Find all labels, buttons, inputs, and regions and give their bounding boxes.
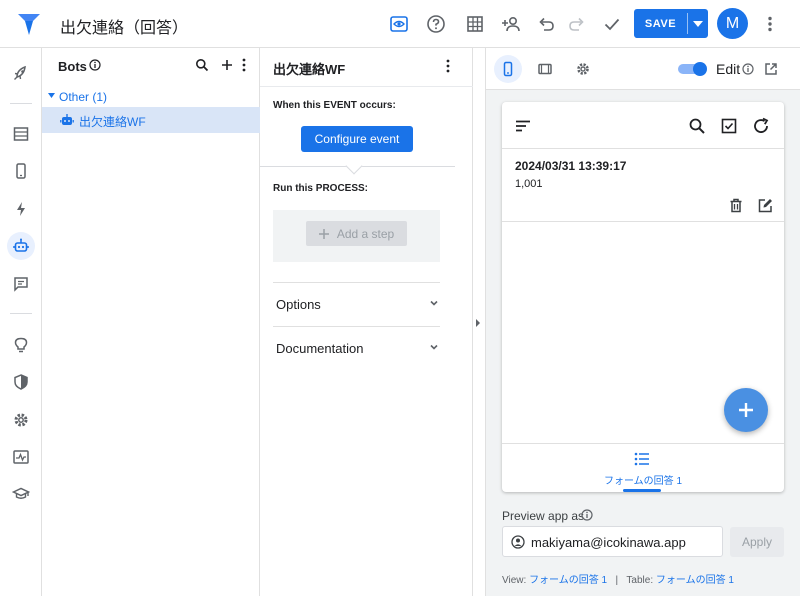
bots-panel: Bots Other (1) 出欠連絡WF — [42, 48, 260, 596]
record-timestamp: 2024/03/31 13:39:17 — [515, 159, 627, 173]
preview-pane: Edit 2024/03/31 13:39:17 1,001 フォームの回答 1… — [485, 48, 800, 596]
apply-button: Apply — [730, 527, 784, 557]
bot-editor-title: 出欠連絡WF — [273, 62, 346, 77]
preview-email-input[interactable] — [531, 533, 717, 551]
info-icon[interactable] — [581, 509, 593, 521]
graduation-cap-icon[interactable] — [7, 480, 35, 508]
gear-icon[interactable] — [7, 406, 35, 434]
bot-group-other[interactable]: Other (1) — [42, 88, 260, 106]
rail-divider — [10, 313, 32, 314]
undo-icon[interactable] — [534, 12, 558, 36]
top-bar: 出欠連絡（回答） SAVE M — [0, 0, 800, 48]
documentation-section-label: Documentation — [276, 341, 364, 356]
bot-list-item[interactable]: 出欠連絡WF — [42, 107, 260, 133]
flow-notch — [345, 157, 363, 175]
help-icon[interactable] — [424, 12, 448, 36]
share-user-icon[interactable] — [500, 12, 524, 36]
preview-email-field[interactable] — [502, 526, 723, 557]
redo-icon — [565, 12, 589, 36]
phone-bottom-nav: フォームの回答 1 — [502, 443, 784, 492]
edit-label: Edit — [716, 61, 741, 77]
table-grid-icon[interactable] — [463, 12, 487, 36]
preview-toolbar: Edit — [486, 48, 800, 90]
account-circle-icon — [511, 535, 525, 549]
preview-eye-icon[interactable] — [387, 12, 411, 36]
more-vert-icon[interactable] — [758, 12, 782, 36]
process-step-area: Add a step — [273, 210, 440, 262]
phone-app-header — [502, 102, 784, 149]
documentation-section[interactable]: Documentation — [273, 326, 440, 370]
view-link[interactable]: フォームの回答 1 — [529, 575, 607, 586]
bot-editor: 出欠連絡WF When this EVENT occurs: Configure… — [260, 48, 473, 596]
phone-preview: 2024/03/31 13:39:17 1,001 フォームの回答 1 — [502, 102, 784, 492]
options-section-label: Options — [276, 297, 321, 312]
chevron-down-icon[interactable] — [688, 9, 708, 38]
mobile-preview-icon[interactable] — [494, 55, 522, 83]
refresh-icon[interactable] — [750, 115, 772, 137]
table-link[interactable]: フォームの回答 1 — [656, 575, 734, 586]
view-prefix: View: — [502, 575, 527, 586]
rail-divider — [10, 103, 32, 104]
more-vert-icon[interactable] — [240, 58, 248, 72]
view-table-divider: | — [615, 575, 619, 586]
event-heading: When this EVENT occurs: — [273, 100, 396, 111]
add-icon[interactable] — [220, 58, 234, 72]
tablet-preview-icon[interactable] — [531, 55, 559, 83]
rocket-icon[interactable] — [7, 59, 35, 87]
record-value: 1,001 — [515, 178, 543, 190]
preview-as-label: Preview app as — [502, 509, 585, 523]
left-rail — [0, 48, 42, 596]
chat-icon[interactable] — [7, 270, 35, 298]
avatar[interactable]: M — [717, 8, 748, 39]
table-prefix: Table: — [626, 575, 654, 586]
select-checkbox-icon[interactable] — [718, 115, 740, 137]
bot-icon — [60, 113, 74, 126]
edit-icon[interactable] — [758, 198, 773, 213]
search-icon[interactable] — [195, 58, 209, 72]
bot-list-item-label: 出欠連絡WF — [79, 115, 146, 129]
add-step-button[interactable]: Add a step — [306, 221, 407, 246]
configure-event-button[interactable]: Configure event — [301, 126, 413, 152]
lightbulb-icon[interactable] — [7, 331, 35, 359]
view-table-info: View: フォームの回答 1 | Table: フォームの回答 1 — [502, 571, 734, 586]
save-button[interactable]: SAVE — [634, 9, 708, 38]
sort-menu-icon[interactable] — [512, 115, 534, 137]
edit-toggle-knob — [693, 62, 707, 76]
add-record-button[interactable] — [724, 388, 768, 432]
bot-icon[interactable] — [7, 232, 35, 260]
gear-icon[interactable] — [569, 55, 597, 83]
process-heading: Run this PROCESS: — [273, 183, 369, 194]
info-icon[interactable] — [89, 59, 101, 71]
open-external-icon[interactable] — [764, 62, 778, 76]
bottom-nav-tab-label[interactable]: フォームの回答 1 — [502, 472, 784, 487]
activity-icon[interactable] — [7, 443, 35, 471]
data-table-icon[interactable] — [7, 120, 35, 148]
chevron-down-icon — [428, 297, 440, 309]
bot-group-label: Other (1) — [59, 90, 108, 104]
phone-icon[interactable] — [7, 157, 35, 185]
appsheet-logo-icon — [18, 14, 40, 35]
bots-title: Bots — [58, 59, 87, 74]
options-section[interactable]: Options — [273, 282, 440, 326]
collapse-handle-icon[interactable] — [474, 318, 484, 328]
chevron-down-icon — [428, 341, 440, 353]
bolt-icon[interactable] — [7, 195, 35, 223]
editor-header-divider — [260, 86, 473, 87]
edit-toggle[interactable] — [678, 62, 708, 76]
bottom-nav-active-indicator — [623, 489, 661, 492]
caret-down-icon — [48, 93, 55, 98]
add-step-label: Add a step — [336, 226, 395, 241]
shield-icon[interactable] — [7, 368, 35, 396]
save-button-label: SAVE — [644, 17, 677, 30]
delete-icon[interactable] — [729, 198, 743, 213]
info-icon[interactable] — [742, 63, 754, 75]
check-icon[interactable] — [600, 12, 624, 36]
record-card[interactable]: 2024/03/31 13:39:17 1,001 — [502, 150, 784, 222]
search-icon[interactable] — [686, 115, 708, 137]
more-vert-icon[interactable] — [444, 59, 452, 73]
plus-icon — [318, 228, 329, 239]
plus-icon — [739, 403, 753, 417]
app-title: 出欠連絡（回答） — [60, 20, 189, 37]
list-view-icon[interactable] — [634, 452, 650, 466]
